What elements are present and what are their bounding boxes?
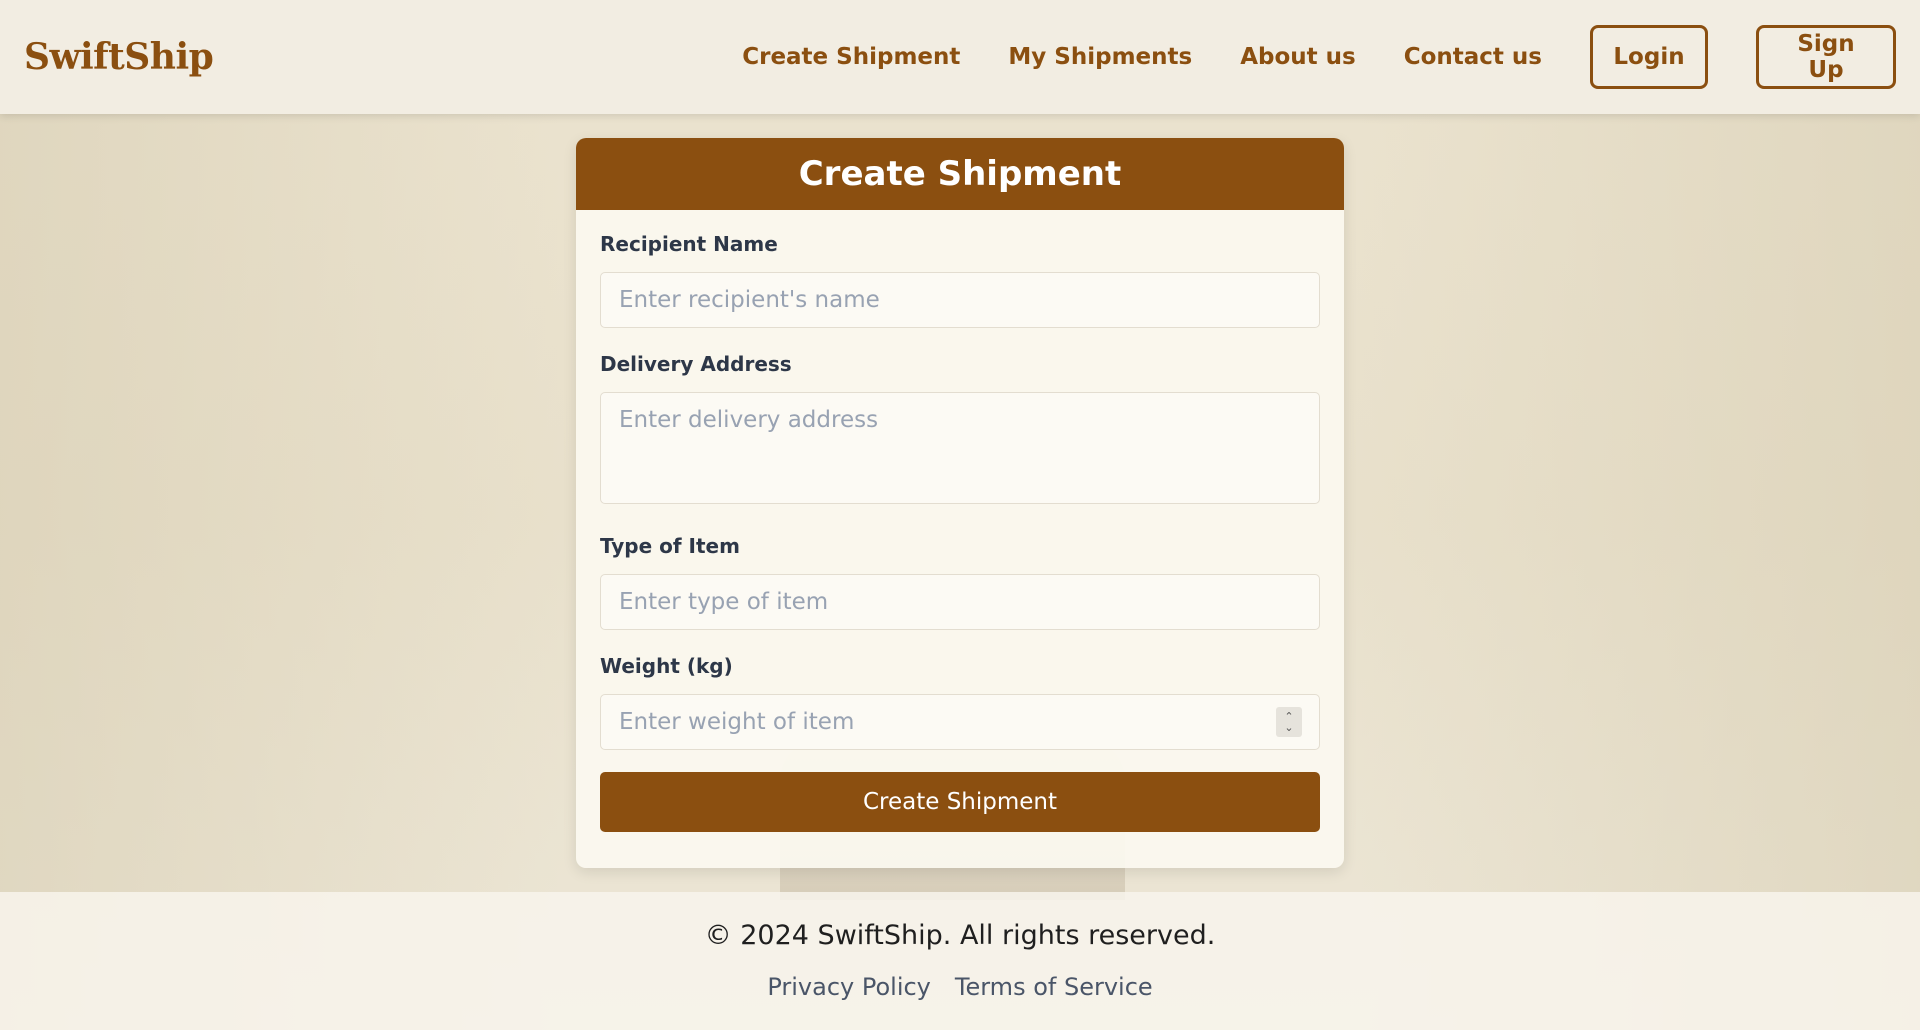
background-right-shade <box>1360 0 1920 1030</box>
recipient-input[interactable] <box>600 272 1320 328</box>
copyright-text: © 2024 SwiftShip. All rights reserved. <box>704 920 1216 951</box>
nav-about-us[interactable]: About us <box>1240 44 1356 70</box>
top-navbar: SwiftShip Create Shipment My Shipments A… <box>0 0 1920 114</box>
shipment-form: Recipient Name Delivery Address Type of … <box>576 210 1344 832</box>
weight-spinner[interactable]: ⌃ ⌄ <box>1276 707 1302 737</box>
address-label: Delivery Address <box>600 352 792 376</box>
recipient-label: Recipient Name <box>600 232 778 256</box>
weight-wrapper: ⌃ ⌄ <box>600 694 1320 750</box>
login-button[interactable]: Login <box>1590 25 1708 89</box>
recipient-group: Recipient Name <box>600 232 1320 328</box>
create-shipment-card: Create Shipment Recipient Name Delivery … <box>576 138 1344 868</box>
privacy-policy-link[interactable]: Privacy Policy <box>767 973 931 1001</box>
item-type-input[interactable] <box>600 574 1320 630</box>
item-type-label: Type of Item <box>600 534 740 558</box>
background-left-shade <box>0 0 560 1030</box>
weight-label: Weight (kg) <box>600 654 733 678</box>
weight-input[interactable] <box>600 694 1320 750</box>
card-title: Create Shipment <box>798 154 1122 194</box>
nav-create-shipment[interactable]: Create Shipment <box>742 44 960 70</box>
card-header: Create Shipment <box>576 138 1344 210</box>
item-type-group: Type of Item <box>600 534 1320 630</box>
signup-button[interactable]: Sign Up <box>1756 25 1896 89</box>
nav-my-shipments[interactable]: My Shipments <box>1008 44 1192 70</box>
main-nav: Create Shipment My Shipments About us Co… <box>742 25 1896 89</box>
address-textarea[interactable] <box>600 392 1320 504</box>
page-footer: © 2024 SwiftShip. All rights reserved. P… <box>0 892 1920 1030</box>
weight-group: Weight (kg) ⌃ ⌄ <box>600 654 1320 750</box>
footer-links: Privacy Policy Terms of Service <box>0 973 1920 1001</box>
brand-logo[interactable]: SwiftShip <box>24 36 214 78</box>
chevron-down-icon[interactable]: ⌄ <box>1284 722 1293 733</box>
nav-contact-us[interactable]: Contact us <box>1404 44 1542 70</box>
address-group: Delivery Address <box>600 352 1320 504</box>
terms-of-service-link[interactable]: Terms of Service <box>955 973 1153 1001</box>
create-shipment-button[interactable]: Create Shipment <box>600 772 1320 832</box>
